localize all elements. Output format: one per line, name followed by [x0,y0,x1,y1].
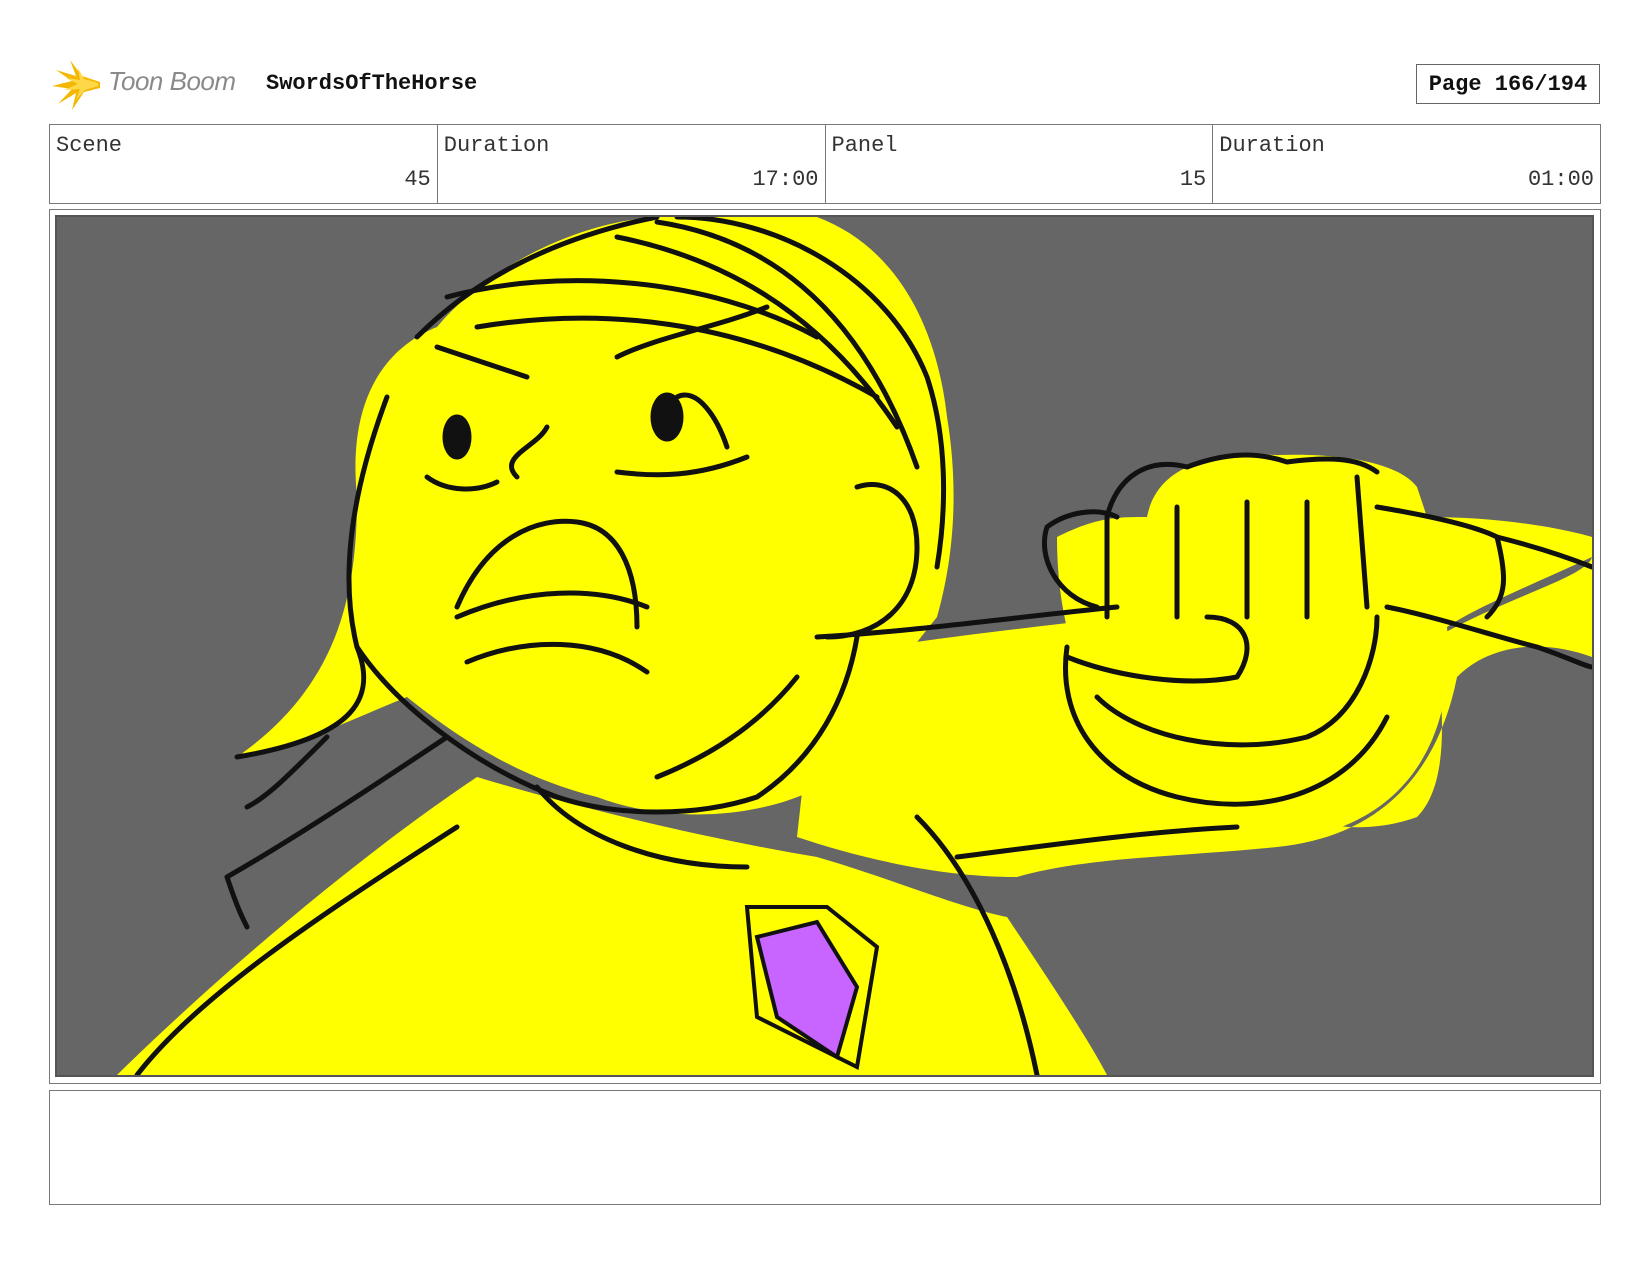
panel-value: 15 [1179,167,1207,192]
project-title: SwordsOfTheHorse [266,71,478,96]
character-sketch [117,217,1592,1075]
panel-duration-label: Duration [1219,133,1325,158]
starburst-icon [52,60,100,110]
head-fill [237,217,954,815]
page-indicator: Page 166/194 [1416,64,1600,104]
panel-frame [49,209,1601,1084]
toon-boom-logo: Toon Boom [52,56,252,112]
storyboard-drawing [55,215,1594,1077]
scene-value: 45 [404,167,431,192]
scene-info-table: Scene 45 Duration 17:00 Panel 15 Duratio… [49,124,1601,204]
panel-duration-cell: Duration 01:00 [1213,125,1600,203]
panel-label: Panel [831,133,898,158]
logo-text: Toon Boom [108,66,236,96]
scene-duration-value: 17:00 [752,167,819,192]
scene-duration-cell: Duration 17:00 [438,125,826,203]
panel-notes-box [49,1090,1601,1205]
panel-duration-value: 01:00 [1527,167,1594,192]
scene-cell: Scene 45 [50,125,438,203]
scene-label: Scene [56,133,123,158]
scene-duration-label: Duration [443,133,550,158]
panel-cell: Panel 15 [826,125,1214,203]
